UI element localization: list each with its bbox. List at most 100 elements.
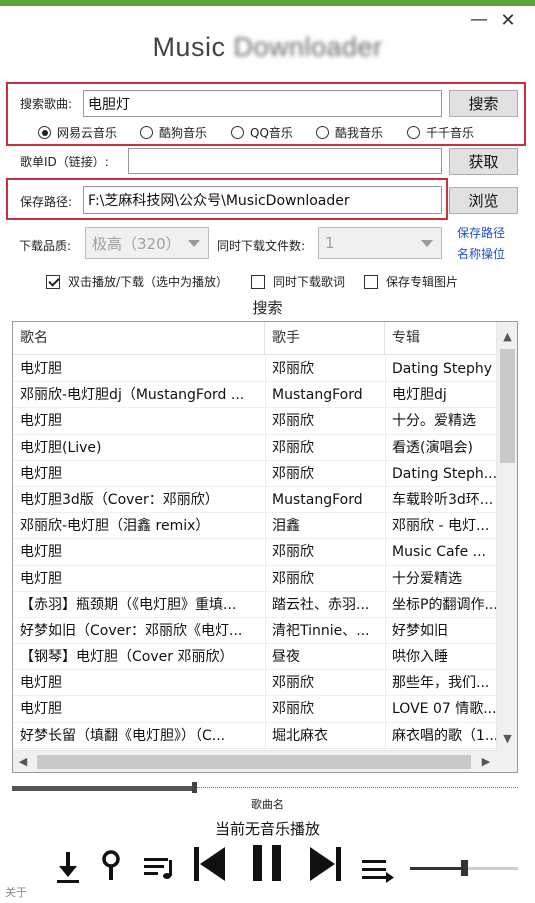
about-link[interactable]: 关于 [5, 884, 27, 900]
save-path-input[interactable]: F:\芝麻科技网\公众号\MusicDownloader [83, 186, 442, 214]
search-icon[interactable] [99, 848, 125, 884]
minimize-icon[interactable]: — [468, 10, 490, 30]
cell-title: 电灯胆 [20, 675, 62, 692]
checkbox-double-click-play[interactable]: 双击播放/下载（选中为播放） [46, 273, 228, 290]
browse-button[interactable]: 浏览 [449, 187, 518, 214]
checkbox-label: 同时下载歌词 [273, 275, 346, 289]
checkbox-download-lyrics[interactable]: 同时下载歌词 [251, 273, 345, 290]
table-row[interactable]: 好梦长留（填翻《电灯胆》）（C... 堀北麻衣 麻衣唱的歌（1... [13, 722, 496, 749]
source-radio-kugou[interactable]: 酷狗音乐 [140, 124, 207, 141]
progress-knob[interactable] [192, 782, 197, 793]
column-divider [265, 434, 266, 461]
column-divider [265, 591, 266, 618]
play-mode-icon[interactable] [360, 856, 396, 884]
next-track-icon[interactable] [307, 845, 343, 883]
cell-album: 十分爱精选 [392, 570, 462, 587]
source-radio-qianqian[interactable]: 千千音乐 [407, 124, 474, 141]
search-input[interactable]: 电胆灯 [83, 90, 442, 117]
column-divider [385, 356, 386, 382]
scroll-up-icon[interactable]: ▲ [497, 328, 517, 346]
radio-empty-icon [407, 126, 420, 139]
cell-album: Dating Steph... [392, 465, 496, 482]
column-header-artist[interactable]: 歌手 [265, 322, 385, 355]
column-header-album[interactable]: 专辑 [385, 322, 496, 355]
playlist-id-input[interactable] [128, 148, 442, 174]
horizontal-scroll-thumb[interactable] [37, 755, 471, 769]
scrollbar-corner [496, 750, 517, 772]
vertical-scrollbar[interactable]: ▲ ▼ [496, 322, 517, 750]
radio-empty-icon [316, 126, 329, 139]
source-radio-kuwo[interactable]: 酷我音乐 [316, 124, 383, 141]
quality-label: 下载品质: [19, 239, 72, 253]
checkbox-checked-icon [46, 274, 60, 289]
column-header-title[interactable]: 歌名 [13, 322, 265, 355]
cell-artist: 邓丽欣 [272, 701, 314, 718]
concurrent-select-value: 1 [325, 234, 335, 252]
column-divider [385, 382, 386, 409]
table-row[interactable]: 好梦如旧（Cover：邓丽欣《电灯... 清祀Tinnie、... 好梦如旧 [13, 617, 496, 645]
volume-slider[interactable] [410, 860, 518, 876]
cell-album: 好梦如旧 [392, 622, 448, 639]
app-title: Music Downloader [0, 32, 535, 63]
pause-icon[interactable] [250, 843, 284, 883]
cell-album: 电灯胆dj [392, 387, 447, 404]
table-row[interactable]: 【赤羽】瓶颈期（《电灯胆》重填... 踏云社、赤羽... 坐标P的翻调作... [13, 591, 496, 618]
scroll-left-icon[interactable]: ◀ [13, 751, 33, 772]
table-row[interactable]: 【钢琴】电灯胆（Cover 邓丽欣） 昼夜 哄你入睡 [13, 644, 496, 671]
column-divider [265, 513, 266, 540]
source-radio-qq[interactable]: QQ音乐 [231, 124, 293, 141]
cell-artist: 邓丽欣 [272, 570, 314, 587]
table-row[interactable]: 电灯胆3d版（Cover：邓丽欣） MustangFord 车载聆听3d环... [13, 486, 496, 514]
cell-artist: 邓丽欣 [272, 465, 314, 482]
song-name-label: 歌曲名 [251, 798, 284, 811]
previous-track-icon[interactable] [192, 845, 228, 883]
table-row[interactable]: 电灯胆 邓丽欣 那些年，我们... [13, 670, 496, 697]
app-title-blurred: Downloader [233, 32, 383, 62]
quality-select[interactable]: 极高（320） [85, 227, 209, 259]
scroll-right-icon[interactable]: ▶ [476, 751, 496, 772]
cell-title: 邓丽欣-电灯胆（泪鑫 remix） [20, 518, 210, 535]
column-divider [265, 408, 266, 435]
volume-knob[interactable] [461, 860, 468, 876]
column-divider [385, 539, 386, 566]
naming-link[interactable]: 名称操位 [457, 245, 505, 263]
cell-title: 电灯胆(Live) [20, 439, 102, 456]
cell-artist: MustangFord [272, 491, 363, 508]
column-divider [385, 617, 386, 644]
results-table[interactable]: 歌名 歌手 专辑 电灯胆 邓丽欣 Dating Stephy 邓丽欣-电灯胆dj（Mu… [12, 321, 518, 773]
save-path-link[interactable]: 保存路径 [457, 224, 505, 242]
column-divider [265, 696, 266, 723]
source-radio-label: 酷狗音乐 [159, 126, 208, 140]
playback-progress-slider[interactable] [12, 782, 518, 793]
column-divider [265, 356, 266, 382]
playlist-icon[interactable] [142, 852, 178, 882]
checkbox-empty-icon [251, 274, 265, 289]
table-row[interactable]: 电灯胆 邓丽欣 Dating Steph... [13, 460, 496, 487]
fetch-playlist-button[interactable]: 获取 [449, 148, 518, 175]
table-row[interactable]: 邓丽欣-电灯胆（泪鑫 remix） 泪鑫 邓丽欣 - 电灯... [13, 513, 496, 540]
cell-title: 电灯胆 [20, 465, 62, 482]
cell-artist: 邓丽欣 [272, 413, 314, 430]
table-row[interactable]: 电灯胆 邓丽欣 十分。爱精选 [13, 408, 496, 435]
source-radio-netease[interactable]: 网易云音乐 [38, 124, 117, 141]
column-divider [265, 539, 266, 566]
table-row[interactable]: 电灯胆 邓丽欣 十分爱精选 [13, 565, 496, 592]
table-row[interactable]: 邓丽欣-电灯胆dj（MustangFord ... MustangFord 电灯胆d… [13, 382, 496, 409]
download-icon[interactable] [53, 848, 83, 886]
table-row[interactable]: 电灯胆 邓丽欣 LOVE 07 情歌... [13, 696, 496, 723]
cell-title: 电灯胆3d版（Cover：邓丽欣） [20, 491, 219, 508]
table-row[interactable]: 电灯胆(Live) 邓丽欣 看透(演唱会) [13, 434, 496, 461]
table-row[interactable]: 电灯胆 邓丽欣 Music Cafe ... [13, 539, 496, 566]
cell-album: Dating Stephy [392, 361, 492, 377]
search-button[interactable]: 搜索 [449, 90, 518, 117]
vertical-scroll-thumb[interactable] [500, 349, 515, 463]
scroll-down-icon[interactable]: ▼ [497, 730, 517, 748]
cell-artist: 泪鑫 [272, 518, 300, 535]
cell-album: LOVE 07 情歌... [392, 701, 496, 718]
table-row[interactable]: 电灯胆 邓丽欣 Dating Stephy [13, 356, 496, 383]
horizontal-scrollbar[interactable]: ◀ ▶ [13, 750, 496, 772]
close-icon[interactable]: ✕ [497, 10, 519, 32]
concurrent-select[interactable]: 1 [318, 227, 442, 259]
checkbox-save-album-art[interactable]: 保存专辑图片 [364, 273, 458, 290]
window-top-accent [0, 0, 535, 6]
